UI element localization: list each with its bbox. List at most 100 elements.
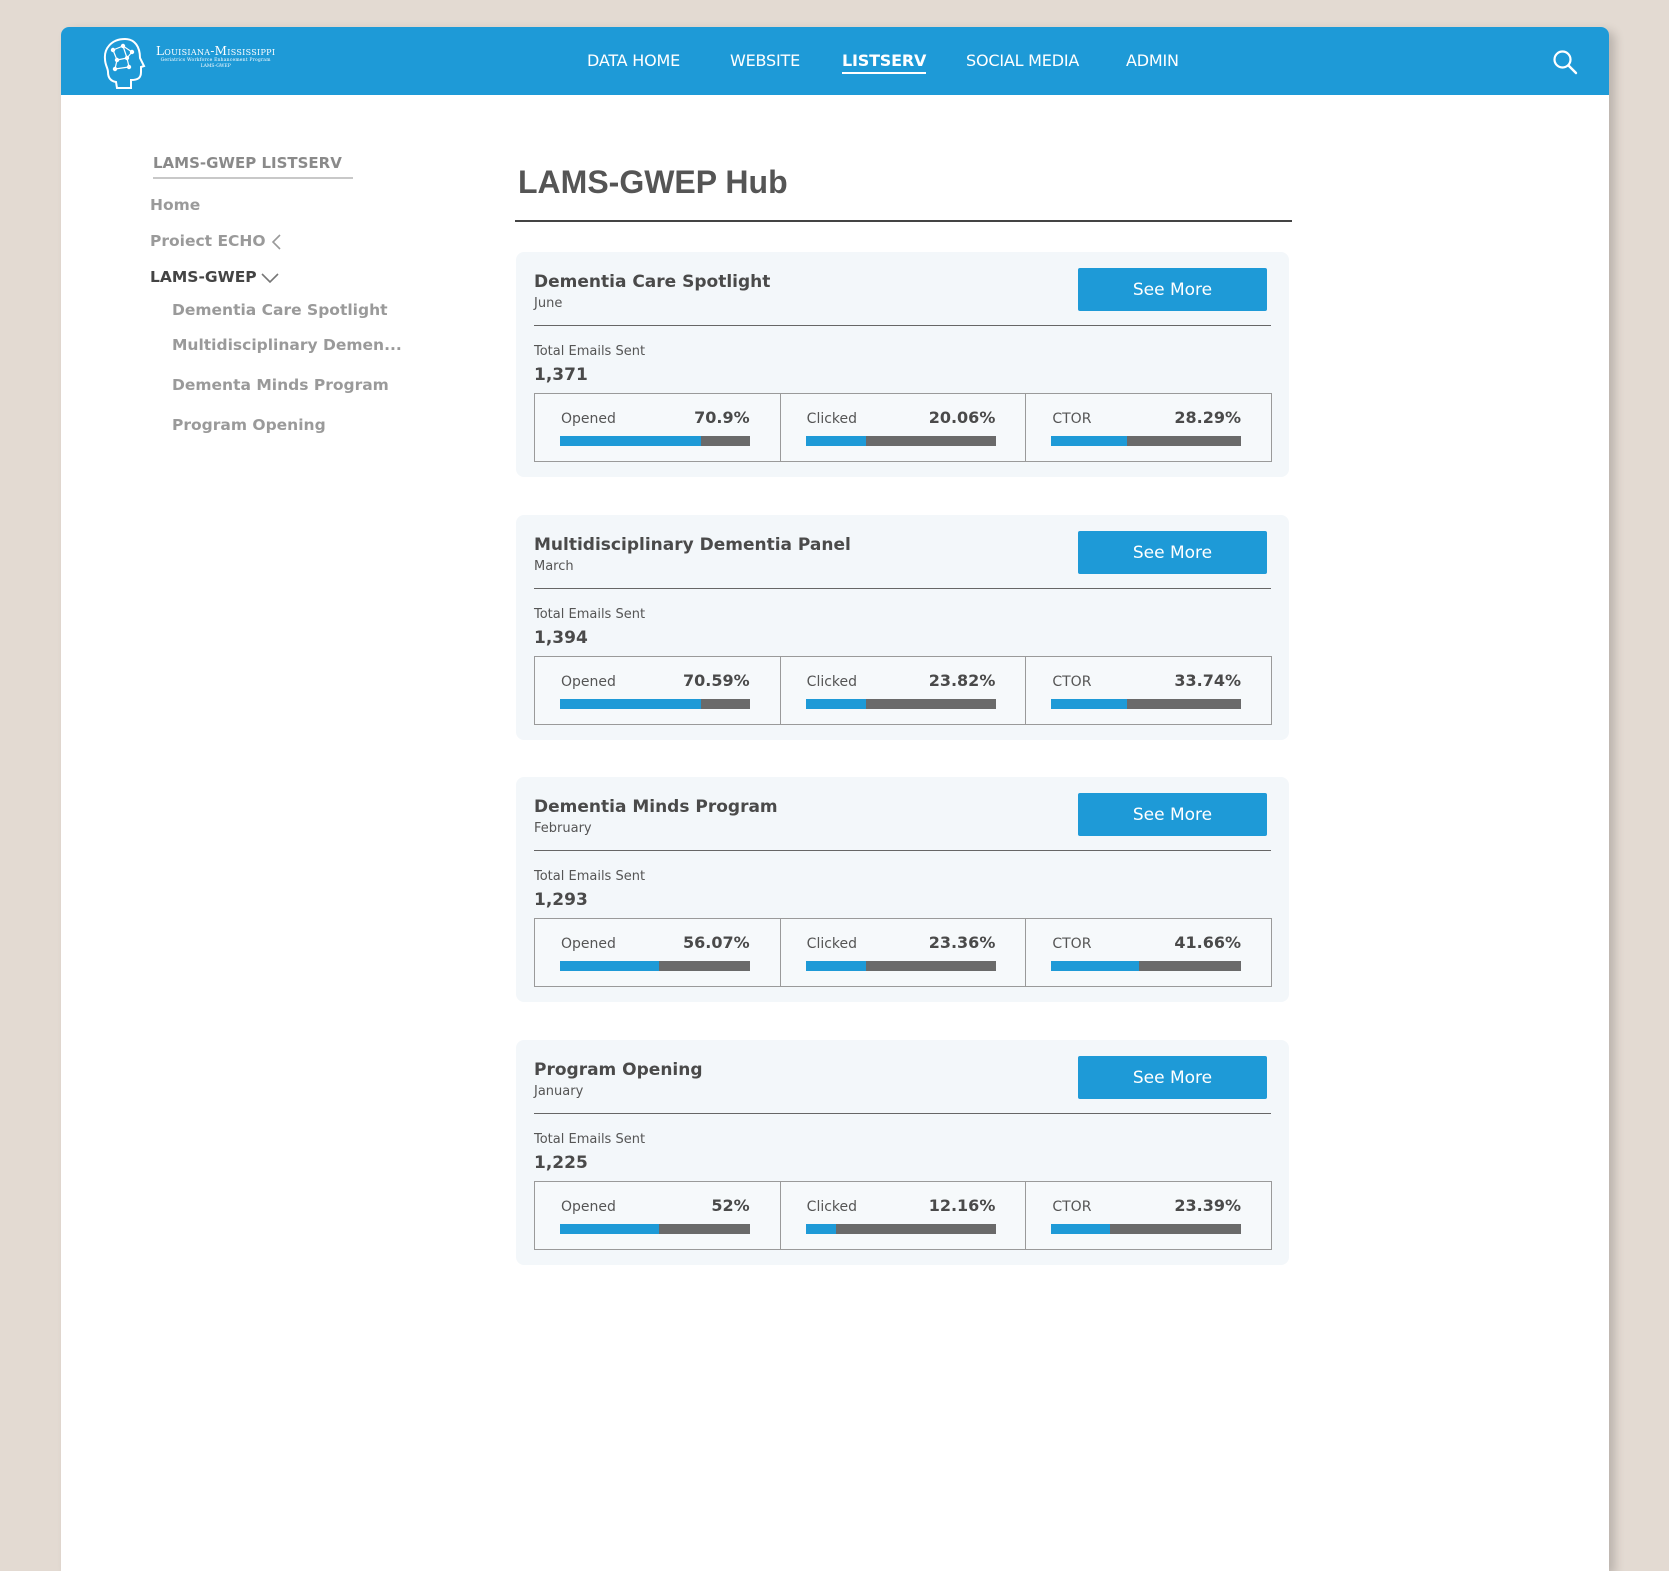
campaign-title: Program Opening xyxy=(534,1060,703,1080)
metric-label: Opened xyxy=(561,674,616,690)
nav-data-home[interactable]: DATA HOME xyxy=(587,51,680,70)
metric-label: Opened xyxy=(561,411,616,427)
metric-ctor: CTOR 23.39% xyxy=(1026,1182,1271,1249)
progress-bar xyxy=(1051,1224,1242,1234)
campaign-month: March xyxy=(534,559,574,574)
metric-label: Clicked xyxy=(806,936,858,952)
metric-value: 23.82% xyxy=(928,671,996,690)
progress-bar xyxy=(560,699,750,709)
campaign-month: February xyxy=(534,821,592,836)
sidebar-subitem-dementa-minds[interactable]: Dementa Minds Program xyxy=(172,376,389,394)
progress-fill xyxy=(1051,1224,1111,1234)
search-icon[interactable] xyxy=(1552,49,1578,75)
progress-fill xyxy=(805,436,867,446)
metric-label: Opened xyxy=(561,936,616,952)
sidebar-item-label: Proiect ECHO xyxy=(150,232,266,250)
sidebar-subitem-multidisciplinary[interactable]: Multidisciplinary Demen... xyxy=(172,336,402,354)
card-divider xyxy=(534,1113,1271,1114)
total-emails-value: 1,293 xyxy=(534,890,588,910)
metric-value: 52% xyxy=(711,1196,750,1215)
progress-bar xyxy=(1051,961,1242,971)
progress-bar xyxy=(805,436,996,446)
metric-label: CTOR xyxy=(1052,674,1092,690)
metric-opened: Opened 70.59% xyxy=(535,657,781,724)
sidebar-item-label: LAMS-GWEP xyxy=(150,268,257,286)
progress-fill xyxy=(560,436,701,446)
see-more-button[interactable]: See More xyxy=(1078,268,1267,311)
see-more-button[interactable]: See More xyxy=(1078,793,1267,836)
see-more-button[interactable]: See More xyxy=(1078,531,1267,574)
metrics-row: Opened 70.59% Clicked 23.82% CTOR 33.74% xyxy=(534,656,1272,725)
metric-label: Clicked xyxy=(806,1199,858,1215)
metric-label: CTOR xyxy=(1052,936,1092,952)
metric-value: 20.06% xyxy=(928,408,996,427)
metric-value: 12.16% xyxy=(928,1196,996,1215)
nav-social-media[interactable]: SOCIAL MEDIA xyxy=(966,51,1079,70)
card-divider xyxy=(534,850,1271,851)
title-divider xyxy=(515,220,1292,222)
progress-bar xyxy=(805,699,996,709)
campaign-card: Multidisciplinary Dementia Panel March S… xyxy=(516,515,1289,740)
progress-bar xyxy=(805,961,996,971)
metric-ctor: CTOR 28.29% xyxy=(1026,394,1271,461)
metric-label: CTOR xyxy=(1052,1199,1092,1215)
campaign-card: Dementia Minds Program February See More… xyxy=(516,777,1289,1002)
total-emails-value: 1,371 xyxy=(534,365,588,385)
top-navbar: Louisiana-Mississippi Geriatrics Workfor… xyxy=(61,27,1609,95)
campaign-month: June xyxy=(534,296,563,311)
page-title: LAMS-GWEP Hub xyxy=(518,164,788,200)
progress-fill xyxy=(805,961,867,971)
progress-fill xyxy=(1051,699,1128,709)
card-divider xyxy=(534,588,1271,589)
sidebar-item-lams-gwep[interactable]: LAMS-GWEP xyxy=(150,268,279,286)
chevron-down-icon xyxy=(261,272,279,283)
metric-clicked: Clicked 23.82% xyxy=(781,657,1027,724)
progress-fill xyxy=(560,1224,659,1234)
campaign-card: Dementia Care Spotlight June See More To… xyxy=(516,252,1289,477)
chevron-left-icon xyxy=(271,233,281,250)
progress-fill xyxy=(805,1224,837,1234)
brain-head-logo-icon[interactable] xyxy=(95,34,151,90)
metric-value: 56.07% xyxy=(683,933,750,952)
metric-value: 33.74% xyxy=(1174,671,1242,690)
metric-opened: Opened 70.9% xyxy=(535,394,781,461)
progress-fill xyxy=(560,961,659,971)
nav-admin[interactable]: ADMIN xyxy=(1126,51,1179,70)
sidebar-item-project-echo[interactable]: Proiect ECHO xyxy=(150,232,282,250)
sidebar-item-home[interactable]: Home xyxy=(150,196,200,214)
metric-clicked: Clicked 23.36% xyxy=(781,919,1027,986)
total-emails-label: Total Emails Sent xyxy=(534,344,646,359)
campaign-month: January xyxy=(534,1084,584,1099)
metric-value: 41.66% xyxy=(1174,933,1242,952)
nav-website[interactable]: WEBSITE xyxy=(730,51,800,70)
see-more-button[interactable]: See More xyxy=(1078,1056,1267,1099)
total-emails-value: 1,225 xyxy=(534,1153,588,1173)
progress-bar xyxy=(1051,436,1242,446)
progress-bar xyxy=(560,1224,750,1234)
sidebar-subitem-dementia-care-spotlight[interactable]: Dementia Care Spotlight xyxy=(172,301,388,319)
metric-label: Clicked xyxy=(806,411,858,427)
nav-listserv[interactable]: LISTSERV xyxy=(842,51,926,74)
metrics-row: Opened 56.07% Clicked 23.36% CTOR 41.66% xyxy=(534,918,1272,987)
progress-fill xyxy=(560,699,701,709)
progress-fill xyxy=(1051,436,1128,446)
progress-bar xyxy=(560,961,750,971)
metrics-row: Opened 52% Clicked 12.16% CTOR 23.39% xyxy=(534,1181,1272,1250)
brand-wordmark[interactable]: Louisiana-Mississippi Geriatrics Workfor… xyxy=(156,44,275,70)
total-emails-value: 1,394 xyxy=(534,628,588,648)
metric-value: 70.59% xyxy=(683,671,750,690)
sidebar-subitem-program-opening[interactable]: Program Opening xyxy=(172,416,326,434)
campaign-title: Dementia Care Spotlight xyxy=(534,272,771,292)
metrics-row: Opened 70.9% Clicked 20.06% CTOR 28.29% xyxy=(534,393,1272,462)
metric-opened: Opened 52% xyxy=(535,1182,781,1249)
metric-label: Opened xyxy=(561,1199,616,1215)
total-emails-label: Total Emails Sent xyxy=(534,607,646,622)
total-emails-label: Total Emails Sent xyxy=(534,869,646,884)
campaign-title: Dementia Minds Program xyxy=(534,797,778,817)
brand-name: Louisiana-Mississippi xyxy=(156,44,276,58)
metric-value: 23.39% xyxy=(1174,1196,1242,1215)
metric-value: 23.36% xyxy=(928,933,996,952)
campaign-card: Program Opening January See More Total E… xyxy=(516,1040,1289,1265)
metric-value: 28.29% xyxy=(1174,408,1242,427)
metric-clicked: Clicked 20.06% xyxy=(781,394,1027,461)
